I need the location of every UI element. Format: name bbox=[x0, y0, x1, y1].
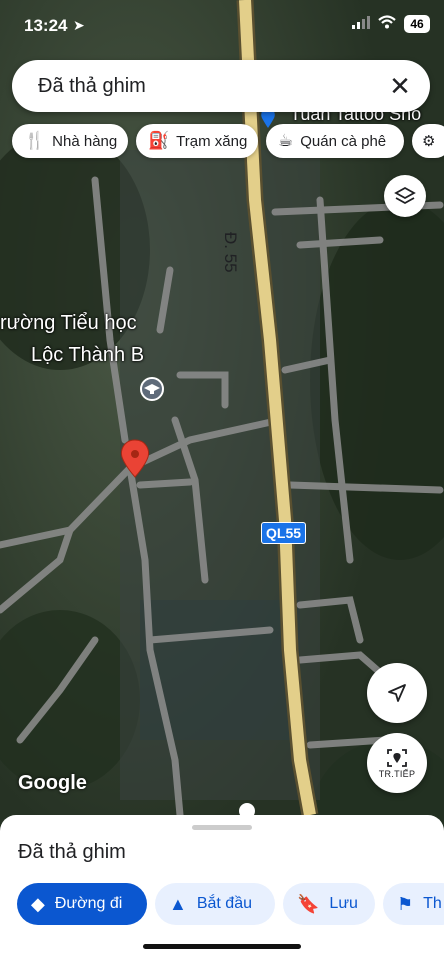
status-time: 13:24 bbox=[24, 16, 68, 35]
navigation-arrow-icon: ▲ bbox=[169, 893, 187, 914]
save-label: Lưu bbox=[329, 895, 358, 912]
start-button[interactable]: ▲ Bắt đầu bbox=[155, 883, 275, 925]
layers-icon bbox=[394, 186, 416, 205]
chip-more[interactable]: ⚙ bbox=[412, 124, 444, 158]
home-indicator bbox=[143, 944, 301, 949]
google-logo: Google bbox=[18, 772, 87, 794]
sheet-drag-handle[interactable] bbox=[192, 825, 252, 830]
status-bar: 13:24 ➤ 46 bbox=[0, 0, 444, 52]
navigation-arrow-icon bbox=[388, 684, 406, 702]
sheet-title: Đã thả ghim bbox=[18, 841, 126, 863]
search-bar[interactable]: Đã thả ghim ✕ bbox=[12, 60, 430, 112]
street-view-button[interactable]: TR.TIẾP bbox=[367, 733, 427, 793]
location-arrow-icon: ➤ bbox=[73, 17, 85, 33]
chip-gas-stations[interactable]: ⛽ Trạm xăng bbox=[136, 124, 258, 158]
coffee-cup-icon: ☕ bbox=[278, 131, 294, 150]
gas-station-icon: ⛽ bbox=[148, 131, 170, 150]
flag-icon: ⚑ bbox=[397, 893, 414, 914]
school-label-line1[interactable]: rường Tiểu học bbox=[0, 312, 137, 335]
label-text: Th bbox=[423, 895, 442, 912]
my-location-button[interactable] bbox=[367, 663, 427, 723]
cellular-signal-icon bbox=[352, 14, 370, 34]
street-view-icon bbox=[387, 748, 407, 767]
close-icon[interactable]: ✕ bbox=[384, 70, 416, 102]
school-label-line2[interactable]: Lộc Thành B bbox=[31, 344, 144, 367]
battery-indicator: 46 bbox=[404, 15, 430, 33]
chip-label: Nhà hàng bbox=[52, 132, 118, 150]
start-label: Bắt đầu bbox=[196, 895, 252, 912]
category-chips: 🍴 Nhà hàng ⛽ Trạm xăng ☕ Quán cà phê ⚙ bbox=[12, 124, 444, 160]
layers-button[interactable] bbox=[384, 175, 426, 217]
directions-icon: ◆ bbox=[31, 893, 45, 914]
fork-knife-icon: 🍴 bbox=[24, 131, 46, 150]
search-query[interactable]: Đã thả ghim bbox=[38, 75, 146, 98]
chip-label: Trạm xăng bbox=[176, 132, 248, 150]
highway-shield: QL55 bbox=[261, 522, 307, 544]
chip-restaurants[interactable]: 🍴 Nhà hàng bbox=[12, 124, 128, 158]
chip-label: Quán cà phê bbox=[300, 132, 387, 150]
road-label-vertical: Đ. 55 bbox=[221, 232, 240, 273]
school-marker[interactable] bbox=[140, 377, 164, 401]
directions-label: Đường đi bbox=[54, 895, 123, 912]
wifi-icon bbox=[378, 14, 396, 34]
place-sheet[interactable]: Đã thả ghim ◆ Đường đi ▲ Bắt đầu 🔖 Lưu ⚑… bbox=[0, 815, 444, 960]
directions-button[interactable]: ◆ Đường đi bbox=[17, 883, 147, 925]
street-view-label: TR.TIẾP bbox=[378, 768, 416, 779]
label-button[interactable]: ⚑ Th bbox=[383, 883, 444, 925]
action-buttons: ◆ Đường đi ▲ Bắt đầu 🔖 Lưu ⚑ Th bbox=[17, 883, 444, 927]
chip-coffee[interactable]: ☕ Quán cà phê bbox=[266, 124, 404, 158]
more-places-icon: ⚙ bbox=[422, 133, 436, 150]
bookmark-icon: 🔖 bbox=[297, 893, 320, 914]
save-button[interactable]: 🔖 Lưu bbox=[283, 883, 375, 925]
